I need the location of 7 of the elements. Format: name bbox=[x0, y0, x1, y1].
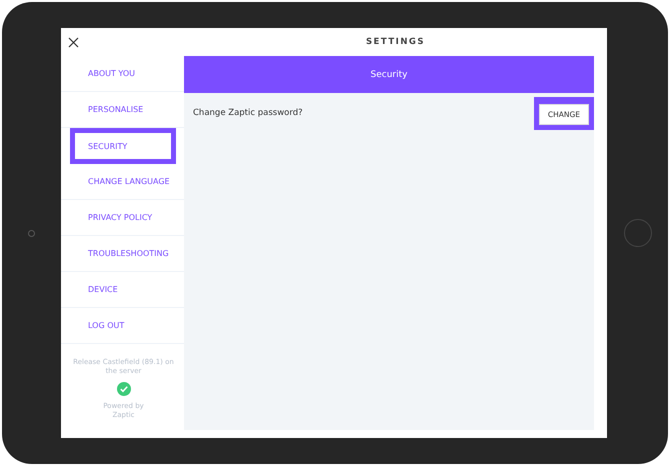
window-title: SETTINGS bbox=[364, 37, 426, 47]
panel-header: Security bbox=[184, 56, 594, 93]
close-icon[interactable] bbox=[68, 36, 79, 48]
sidebar-item[interactable]: SECURITY bbox=[70, 128, 176, 164]
setting-label: Change Zaptic password? bbox=[193, 108, 303, 118]
camera-icon bbox=[28, 230, 35, 236]
check-icon bbox=[116, 382, 130, 396]
